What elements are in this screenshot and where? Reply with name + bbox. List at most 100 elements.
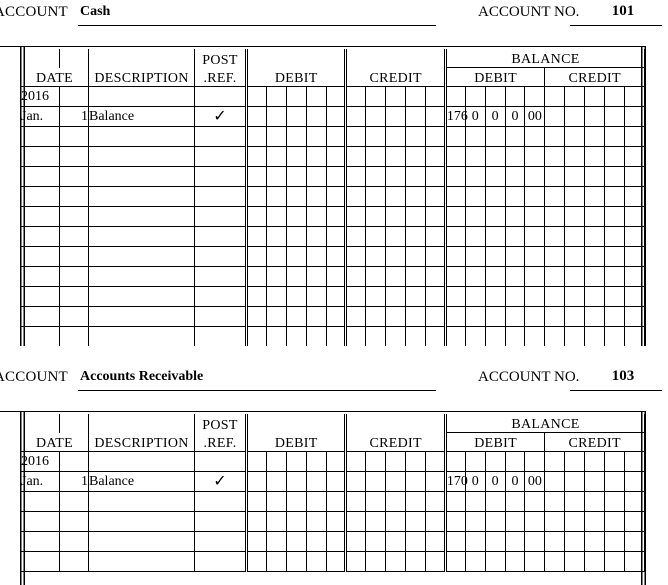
- balance-debit-cell[interactable]: [465, 451, 486, 472]
- debit-cell[interactable]: [266, 126, 287, 147]
- month-cell[interactable]: [20, 511, 60, 532]
- balance-debit-cell[interactable]: [524, 166, 546, 187]
- balance-debit-cell[interactable]: [443, 86, 466, 107]
- debit-cell[interactable]: [326, 166, 347, 187]
- debit-cell[interactable]: [266, 146, 287, 167]
- credit-cell[interactable]: [344, 146, 367, 167]
- balance-credit-cell[interactable]: [544, 226, 566, 247]
- balance-credit-cell[interactable]: [604, 166, 625, 187]
- credit-cell[interactable]: [405, 286, 427, 307]
- balance-credit-cell[interactable]: [604, 186, 625, 207]
- post-ref-cell[interactable]: ✓: [194, 106, 247, 127]
- debit-cell[interactable]: [266, 246, 287, 267]
- credit-cell[interactable]: [365, 226, 387, 247]
- month-cell[interactable]: Jan.: [20, 106, 60, 127]
- balance-debit-cell[interactable]: [485, 166, 506, 187]
- credit-cell[interactable]: [425, 266, 446, 287]
- balance-debit-cell[interactable]: [524, 511, 546, 532]
- credit-cell[interactable]: [425, 471, 446, 492]
- balance-debit-cell[interactable]: [485, 126, 506, 147]
- balance-credit-cell[interactable]: [584, 246, 606, 267]
- debit-cell[interactable]: [245, 471, 267, 492]
- balance-credit-cell[interactable]: [604, 491, 625, 512]
- balance-debit-cell[interactable]: [465, 286, 486, 307]
- balance-debit-cell[interactable]: [485, 286, 506, 307]
- post-ref-cell[interactable]: ✓: [194, 471, 247, 492]
- balance-credit-cell[interactable]: [584, 266, 606, 287]
- credit-cell[interactable]: [385, 471, 407, 492]
- debit-cell[interactable]: [306, 186, 327, 207]
- balance-debit-cell[interactable]: [465, 326, 486, 346]
- balance-debit-cell[interactable]: [465, 166, 486, 187]
- balance-debit-cell[interactable]: [524, 186, 546, 207]
- debit-cell[interactable]: [266, 531, 287, 552]
- debit-cell[interactable]: [306, 306, 327, 327]
- balance-debit-cell[interactable]: [505, 86, 526, 107]
- balance-credit-cell[interactable]: [544, 166, 566, 187]
- balance-debit-cell[interactable]: 170: [443, 471, 468, 492]
- month-cell[interactable]: [20, 246, 60, 267]
- balance-credit-cell[interactable]: [604, 226, 625, 247]
- balance-debit-cell[interactable]: [505, 246, 526, 267]
- debit-cell[interactable]: [306, 511, 327, 532]
- debit-cell[interactable]: [286, 86, 307, 107]
- post-ref-cell[interactable]: [194, 246, 247, 267]
- credit-cell[interactable]: [425, 186, 446, 207]
- credit-cell[interactable]: [425, 551, 446, 572]
- debit-cell[interactable]: [306, 551, 327, 572]
- balance-debit-cell[interactable]: [485, 246, 506, 267]
- balance-debit-cell[interactable]: [524, 551, 546, 572]
- debit-cell[interactable]: [266, 551, 287, 572]
- credit-cell[interactable]: [344, 246, 367, 267]
- balance-debit-cell[interactable]: 0: [485, 106, 506, 127]
- debit-cell[interactable]: [286, 126, 307, 147]
- balance-credit-cell[interactable]: [544, 471, 566, 492]
- credit-cell[interactable]: [344, 286, 367, 307]
- balance-debit-cell[interactable]: [524, 246, 546, 267]
- balance-debit-cell[interactable]: [465, 551, 486, 572]
- credit-cell[interactable]: [365, 146, 387, 167]
- credit-cell[interactable]: [425, 126, 446, 147]
- description-cell[interactable]: [88, 286, 195, 307]
- credit-cell[interactable]: [385, 531, 407, 552]
- credit-cell[interactable]: [365, 126, 387, 147]
- balance-debit-cell[interactable]: [485, 146, 506, 167]
- debit-cell[interactable]: [286, 106, 307, 127]
- debit-cell[interactable]: [266, 511, 287, 532]
- credit-cell[interactable]: [405, 451, 427, 472]
- balance-debit-cell[interactable]: [443, 266, 466, 287]
- balance-credit-cell[interactable]: [564, 551, 586, 572]
- debit-cell[interactable]: [286, 551, 307, 572]
- credit-cell[interactable]: [365, 186, 387, 207]
- credit-cell[interactable]: [344, 266, 367, 287]
- balance-debit-cell[interactable]: [443, 206, 466, 227]
- debit-cell[interactable]: [286, 266, 307, 287]
- balance-debit-cell[interactable]: [505, 286, 526, 307]
- credit-cell[interactable]: [365, 286, 387, 307]
- debit-cell[interactable]: [286, 491, 307, 512]
- month-cell[interactable]: [20, 551, 60, 572]
- debit-cell[interactable]: [306, 86, 327, 107]
- year-cell[interactable]: 2016: [20, 451, 60, 472]
- credit-cell[interactable]: [385, 551, 407, 572]
- balance-credit-cell[interactable]: [604, 286, 625, 307]
- balance-debit-cell[interactable]: [505, 551, 526, 572]
- balance-debit-cell[interactable]: [485, 86, 506, 107]
- balance-credit-cell[interactable]: [604, 531, 625, 552]
- balance-credit-cell[interactable]: [564, 531, 586, 552]
- balance-debit-cell[interactable]: 0: [485, 471, 506, 492]
- debit-cell[interactable]: [245, 146, 267, 167]
- debit-cell[interactable]: [286, 286, 307, 307]
- day-cell[interactable]: [59, 186, 89, 207]
- description-cell[interactable]: [88, 226, 195, 247]
- balance-credit-cell[interactable]: [604, 126, 625, 147]
- day-cell[interactable]: 1: [59, 106, 89, 127]
- debit-cell[interactable]: [326, 451, 347, 472]
- day-cell[interactable]: [59, 246, 89, 267]
- balance-debit-cell[interactable]: [465, 306, 486, 327]
- balance-credit-cell[interactable]: [564, 126, 586, 147]
- credit-cell[interactable]: [405, 186, 427, 207]
- debit-cell[interactable]: [245, 226, 267, 247]
- debit-cell[interactable]: [245, 266, 267, 287]
- balance-debit-cell[interactable]: [505, 166, 526, 187]
